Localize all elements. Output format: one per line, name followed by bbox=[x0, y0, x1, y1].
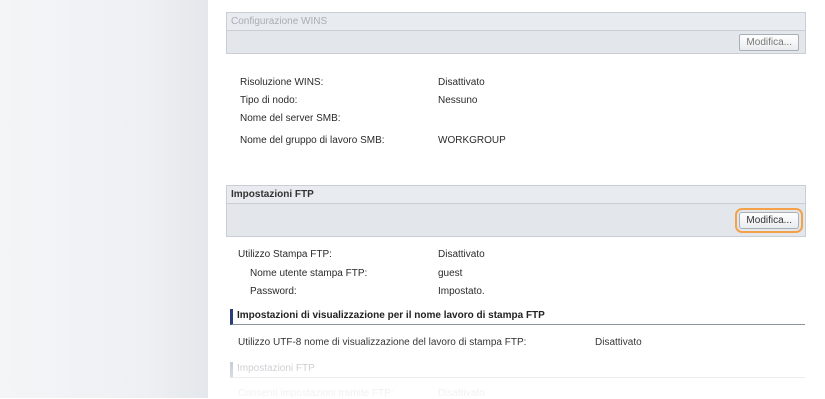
ftp-display-settings-header: Impostazioni di visualizzazione per il n… bbox=[230, 309, 805, 325]
wins-smb-workgroup-label: Nome del gruppo di lavoro SMB: bbox=[240, 135, 385, 146]
wins-edit-button[interactable]: Modifica... bbox=[739, 34, 799, 51]
wins-smb-workgroup-value: WORKGROUP bbox=[438, 135, 506, 146]
ftp-print-usage-value: Disattivato bbox=[438, 249, 485, 260]
wins-section-title: Configurazione WINS bbox=[226, 12, 806, 30]
ftp-print-usage-label: Utilizzo Stampa FTP: bbox=[238, 249, 332, 260]
ftp-username-value: guest bbox=[438, 268, 463, 279]
ftp-section-toolbar: Modifica... bbox=[226, 203, 806, 237]
ftp-password-value: Impostato. bbox=[438, 286, 485, 297]
wins-node-type-label: Tipo di nodo: bbox=[240, 95, 298, 106]
wins-node-type-value: Nessuno bbox=[438, 95, 478, 106]
ftp-allow-settings-label: Consenti impostazioni tramite FTP: bbox=[238, 388, 394, 399]
ftp-username-label: Nome utente stampa FTP: bbox=[250, 268, 368, 279]
ftp-utf8-display-value: Disattivato bbox=[595, 337, 642, 348]
ftp-utf8-display-label: Utilizzo UTF-8 nome di visualizzazione d… bbox=[238, 337, 527, 348]
ftp-section-title: Impostazioni FTP bbox=[226, 185, 806, 203]
wins-resolution-value: Disattivato bbox=[438, 77, 485, 88]
ftp-password-label: Password: bbox=[250, 286, 297, 297]
wins-resolution-label: Risoluzione WINS: bbox=[240, 77, 324, 88]
ftp-allow-settings-value: Disattivato bbox=[438, 388, 485, 399]
main-content: Configurazione WINS Modifica... Risoluzi… bbox=[208, 0, 825, 399]
wins-smb-server-label: Nome del server SMB: bbox=[240, 113, 341, 124]
ftp-settings-subheader: Impostazioni FTP bbox=[230, 362, 805, 378]
wins-section-toolbar: Modifica... bbox=[226, 30, 806, 54]
sidebar bbox=[0, 0, 208, 398]
ftp-edit-button[interactable]: Modifica... bbox=[735, 208, 803, 233]
